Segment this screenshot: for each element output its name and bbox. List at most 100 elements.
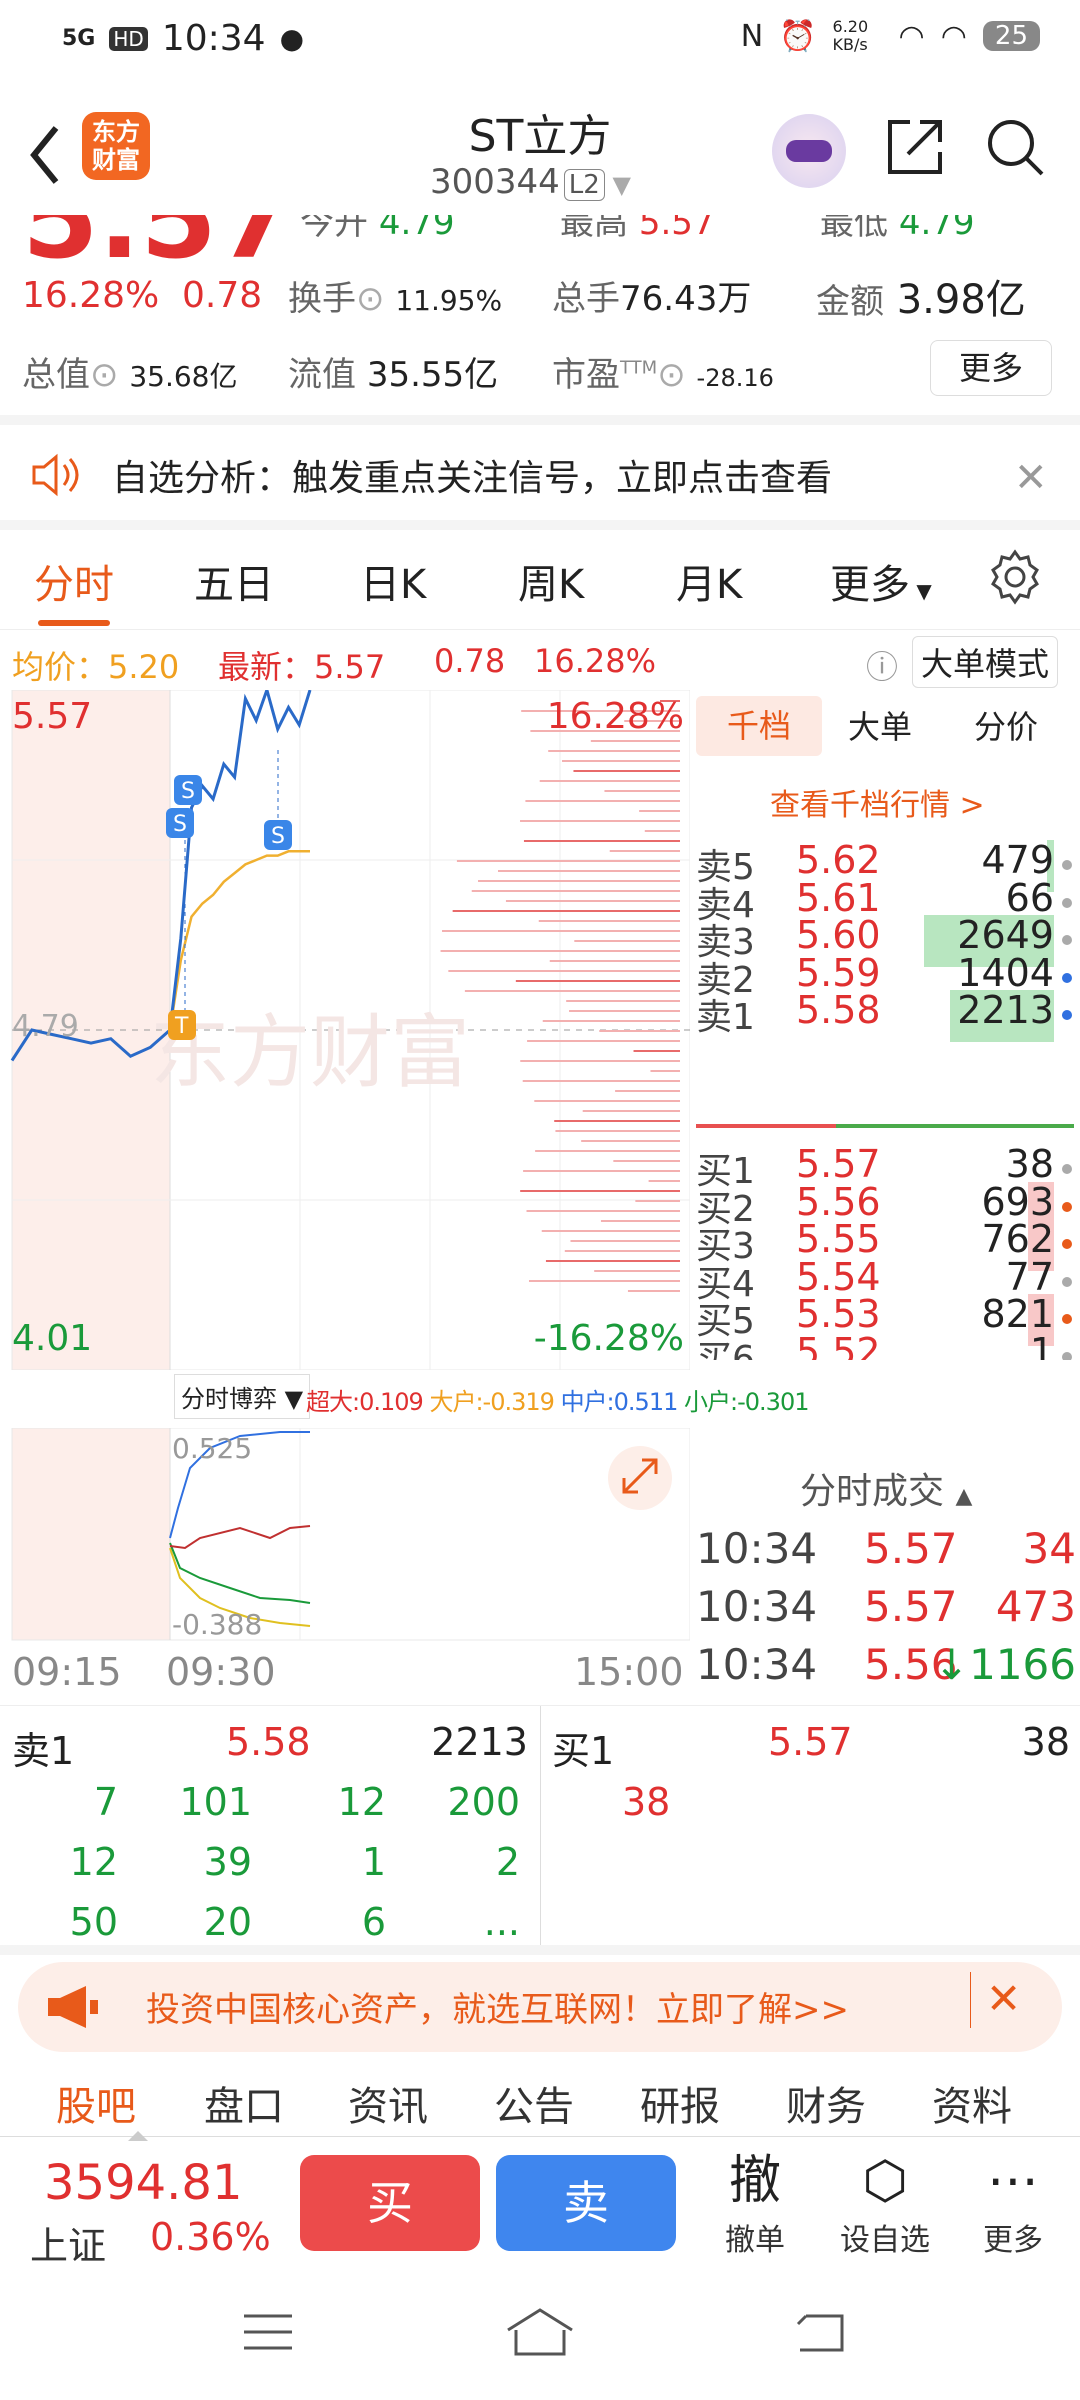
sell-marker[interactable]: S [166,808,194,838]
tab-announcements[interactable]: 公告 [494,2074,574,2132]
marker-label: S [173,812,187,837]
queue-bid-price: 5.57 [768,1720,853,1764]
volume-profile-bar [609,850,680,852]
bid-row[interactable]: 买6 5.52 1 [696,1330,1076,1360]
add-watchlist-button[interactable]: ⬡ 设自选 [830,2147,940,2259]
order-queue: 卖1 5.58 2213 买1 5.57 38 7 101 12 200 12 39 1 2 5… [0,1705,1080,1946]
pe-sup: TTM [620,357,658,379]
gear-icon[interactable] [986,548,1044,606]
view-depth-link[interactable]: 查看千档行情 > [770,780,985,824]
cancel-order-button[interactable]: 撤撤单 [700,2147,810,2259]
sell-marker[interactable]: S [174,775,202,805]
tab-thousand-depth[interactable]: 千档 [696,696,822,756]
hexagon-icon: ⬡ [862,2151,908,2211]
queue-ask-cell: 12 [337,1780,386,1824]
index-pct: 0.36% [150,2215,271,2259]
turnover-label: 换手 [288,279,356,319]
y-label-high: 5.57 [12,696,92,737]
tab-big-order[interactable]: 大单 [848,702,912,748]
tab-daily-k[interactable]: 日K [360,552,426,610]
volume-profile-bar [440,950,680,952]
volume-label: 总手 [552,279,620,319]
bid-level-label: 买6 [696,1338,755,1360]
tab-more[interactable]: 更多 ▼ [830,552,932,610]
more-stats-button[interactable]: 更多 [930,340,1052,396]
help-icon[interactable]: ⓘ [866,642,898,688]
avg-price: 均价：5.20 [12,642,179,688]
close-icon[interactable]: ✕ [1014,455,1048,501]
volume-profile-bar [452,910,680,912]
menu-icon[interactable] [240,2308,296,2358]
trade-marker[interactable]: T [168,1010,196,1040]
intraday-chart[interactable]: 东方财富 S S S T 5.57 4.79 4.01 16.28% -16.2… [0,684,691,1371]
volume-profile-bar [505,900,680,902]
volume-profile-bar [528,1280,680,1282]
caret-up-icon: ▲ [955,1484,973,1509]
promo-divider [970,1972,971,2028]
pre-market-area [12,1428,170,1640]
sell-button[interactable]: 卖 [496,2155,676,2251]
pe-label: 市盈 [552,355,620,395]
mini-bottom-label: -0.388 [172,1608,262,1641]
float-value: 35.55亿 [366,355,499,395]
stock-code-selector[interactable]: 300344 L2 ▼ [430,162,631,202]
tab-finance[interactable]: 财务 [786,2074,866,2132]
assistant-avatar[interactable] [772,114,846,188]
big-order-mode-button[interactable]: 大单模式 [912,636,1059,688]
trade-time: 10:34 [696,1524,818,1573]
share-icon[interactable] [884,116,946,178]
tab-monthly-k[interactable]: 月K [676,552,742,610]
ask-row[interactable]: 卖1 5.58 2213 [696,988,1076,1044]
small-label: 小户: [684,1388,738,1416]
volume-profile-bar [522,1080,680,1082]
tab-weekly-k[interactable]: 周K [518,552,584,610]
pct-label-low: -16.28% [534,1318,684,1359]
alert-banner[interactable]: 自选分析：触发重点关注信号，立即点击查看 ✕ [0,425,1080,525]
mktcap-label: 总值 [22,355,90,395]
volume-profile-bar [520,1060,680,1062]
back-nav-icon[interactable] [790,2306,850,2358]
boyi-selector[interactable]: 分时博弈 ▼ [174,1374,311,1419]
close-icon[interactable]: ✕ [986,1974,1021,2023]
promo-banner[interactable]: 投资中国核心资产，就选互联网！立即了解>> ✕ [18,1962,1062,2052]
queue-ask-cell: 101 [179,1780,252,1824]
time-label-close: 15:00 [574,1650,684,1694]
trade-volume: 473 [995,1582,1076,1631]
index-value[interactable]: 3594.81 [44,2155,243,2211]
sell-marker[interactable]: S [264,820,292,850]
tab-five-day[interactable]: 五日 [194,552,274,610]
latest-change: 0.78 [434,642,506,680]
tab-profile[interactable]: 资料 [932,2074,1012,2132]
tab-research[interactable]: 研报 [640,2074,720,2132]
tab-intraday[interactable]: 分时 [34,552,114,610]
large-flow-line [169,1542,311,1604]
trade-volume: ↓1166 [933,1640,1076,1689]
volume-profile-bar [545,1260,680,1262]
volume-profile-bar [464,990,680,992]
info-icon: ⊙ [90,355,119,395]
volume-profile-bar [548,750,680,752]
volume-profile-bar [534,1100,680,1102]
avg-label: 均价： [12,648,109,686]
trades-title[interactable]: 分时成交 ▲ [800,1462,972,1514]
tab-handicap[interactable]: 盘口 [204,2074,284,2132]
trade-ticker[interactable]: 分时成交 ▲ 10:34 5.57 34 10:34 5.57 473 10:34 5.56 ↓… [690,1452,1080,1702]
tab-news[interactable]: 资讯 [348,2074,428,2132]
home-icon[interactable] [502,2304,578,2360]
ask-bid-divider [696,1124,836,1128]
super-flow-line [169,1525,311,1550]
volume-profile-bar [520,1190,680,1192]
info-icon: ⊙ [356,279,385,319]
buy-button[interactable]: 买 [300,2155,480,2251]
divider [0,1945,1080,1955]
tab-price-dist[interactable]: 分价 [974,702,1038,748]
flow-chart[interactable]: 0.525 -0.388 09:15 09:30 15:00 [0,1427,691,1694]
mid-label: 中户: [560,1388,615,1416]
search-icon[interactable] [984,116,1046,178]
flow-chart-svg: 0.525 -0.388 [11,1427,691,1641]
amount-label: 金额 [816,282,884,322]
more-button[interactable]: ⋯ 更多 [958,2147,1068,2259]
tab-forum[interactable]: 股吧 [56,2074,136,2132]
status-bar: 5G HD 10:34 ● N ⏰ 6.20 KB/s ◠ ◠ 25 [0,0,1080,80]
bid-volume: 1 [1029,1329,1054,1360]
